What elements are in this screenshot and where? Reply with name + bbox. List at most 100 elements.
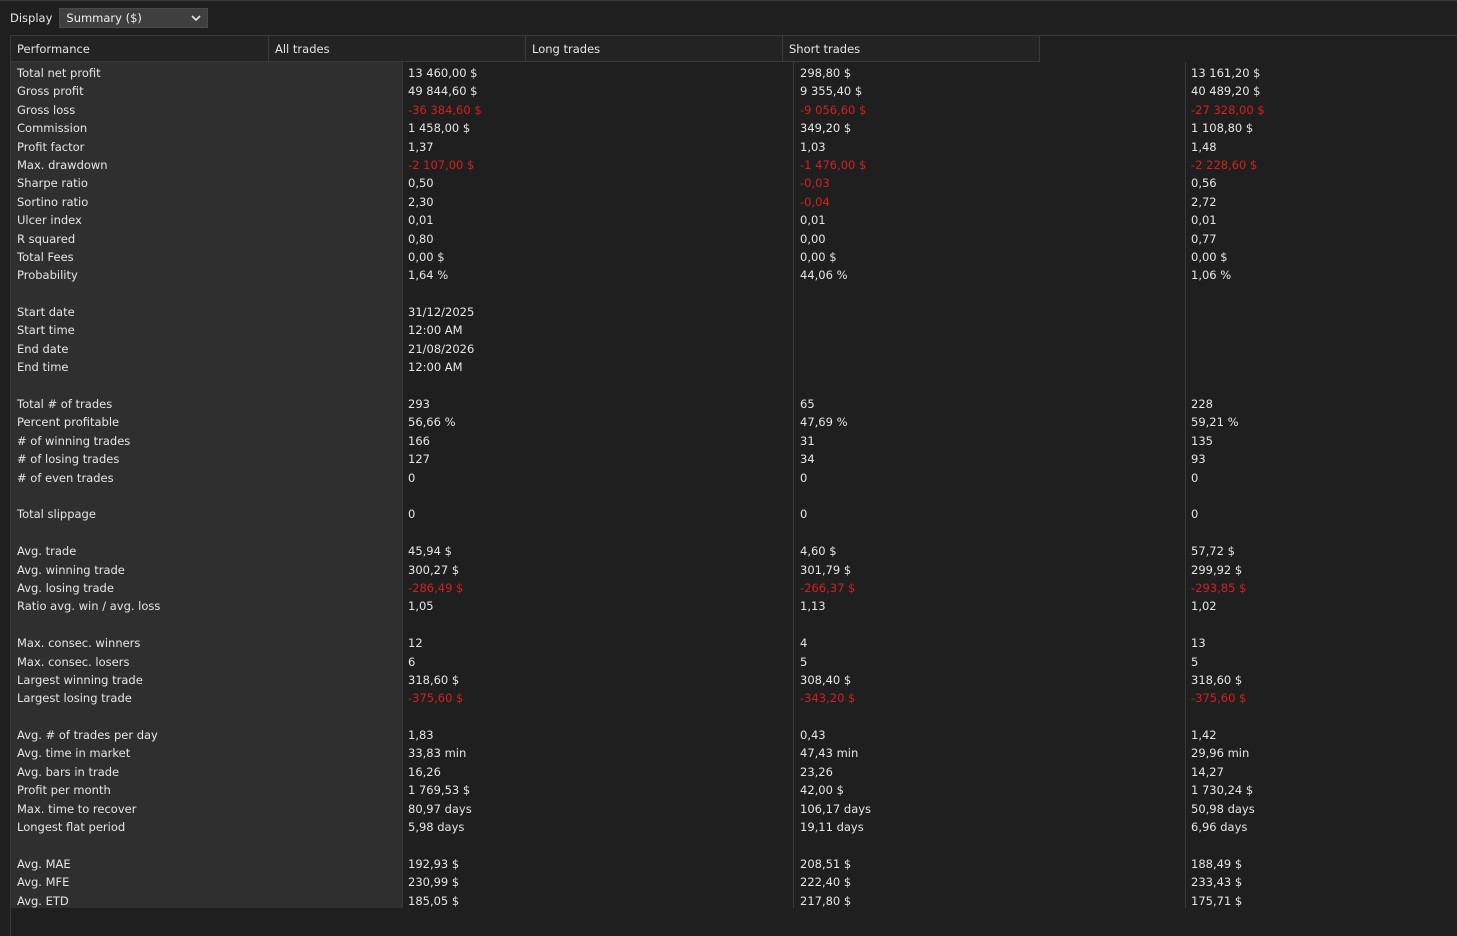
cell-long-trades: 0,00 $ <box>800 249 837 264</box>
cell-all-trades: 12 <box>408 636 423 651</box>
cell-short-trades: 0,00 $ <box>1191 249 1228 264</box>
cell-short-trades: -27 328,00 $ <box>1191 102 1265 117</box>
table-row: Avg. time in market 33,83 min 47,43 min 29,… <box>11 744 1457 762</box>
table-row: R squared 0,80 0,00 0,77 <box>11 230 1457 248</box>
cell-short-trades: 13 <box>1191 636 1206 651</box>
cell-all-trades: 45,94 $ <box>408 544 452 559</box>
cell-all-trades: 127 <box>408 452 430 467</box>
row-label: Largest losing trade <box>17 691 132 706</box>
cell-long-trades: 0,43 <box>800 728 826 743</box>
cell-long-trades: 349,20 $ <box>800 121 852 136</box>
row-label: Avg. losing trade <box>17 580 114 595</box>
cell-short-trades: 175,71 $ <box>1191 893 1243 908</box>
table-row: # of even trades 0 0 0 <box>11 469 1457 487</box>
cell-short-trades: 0 <box>1191 507 1199 522</box>
cell-long-trades: 298,80 $ <box>800 66 852 80</box>
table-row: Avg. bars in trade 16,26 23,26 14,27 <box>11 763 1457 781</box>
table-row: Avg. # of trades per day 1,83 0,43 1,42 <box>11 726 1457 744</box>
table-row: End date 21/08/2026 <box>11 340 1457 358</box>
cell-short-trades: -293,85 $ <box>1191 580 1247 595</box>
cell-long-trades: 106,17 days <box>800 801 872 816</box>
toolbar: Display Summary ($) <box>0 7 209 29</box>
row-label: # of even trades <box>17 470 114 485</box>
cell-all-trades: 0,80 <box>408 231 434 246</box>
spacer-row <box>11 524 1457 542</box>
table-row: Commission 1 458,00 $ 349,20 $ 1 108,80 $ <box>11 119 1457 137</box>
cell-short-trades: 1,48 <box>1191 139 1217 154</box>
cell-all-trades: 49 844,60 $ <box>408 84 478 99</box>
cell-all-trades: 1,37 <box>408 139 434 154</box>
header-long-trades[interactable]: Long trades <box>526 36 783 62</box>
row-label: # of losing trades <box>17 452 120 467</box>
row-label: Avg. bars in trade <box>17 764 120 779</box>
row-label: Commission <box>17 121 88 136</box>
cell-all-trades: 318,60 $ <box>408 672 460 687</box>
cell-all-trades: 1 769,53 $ <box>408 783 471 798</box>
cell-long-trades: 301,79 $ <box>800 562 852 577</box>
cell-all-trades: 31/12/2025 <box>408 305 475 320</box>
table-row: Max. consec. winners 12 4 13 <box>11 634 1457 652</box>
cell-short-trades: 1,06 % <box>1191 268 1232 283</box>
cell-long-trades: 208,51 $ <box>800 856 852 871</box>
header-all-trades[interactable]: All trades <box>269 36 526 62</box>
table-row: Max. drawdown -2 107,00 $ -1 476,00 $ -2 22… <box>11 156 1457 174</box>
cell-short-trades: 299,92 $ <box>1191 562 1243 577</box>
cell-all-trades: 16,26 <box>408 764 441 779</box>
row-label: Max. consec. winners <box>17 636 141 651</box>
row-label: Avg. winning trade <box>17 562 125 577</box>
cell-all-trades: 300,27 $ <box>408 562 460 577</box>
header-performance[interactable]: Performance <box>11 36 269 62</box>
cell-short-trades: 59,21 % <box>1191 415 1239 430</box>
cell-short-trades: 5 <box>1191 654 1199 669</box>
cell-short-trades: 0,56 <box>1191 176 1217 191</box>
table-row: Start time 12:00 AM <box>11 321 1457 339</box>
row-label: Percent profitable <box>17 415 120 430</box>
cell-all-trades: 2,30 <box>408 194 434 209</box>
cell-long-trades: 19,11 days <box>800 820 864 835</box>
row-label: Largest winning trade <box>17 672 143 687</box>
cell-long-trades: 34 <box>800 452 815 467</box>
cell-long-trades: 1,13 <box>800 599 826 614</box>
cell-long-trades: -343,20 $ <box>800 691 856 706</box>
grid-header: Performance All trades Long trades Short… <box>11 36 1040 62</box>
cell-long-trades: 47,43 min <box>800 746 859 761</box>
cell-all-trades: 0 <box>408 507 416 522</box>
table-row: Avg. MAE 192,93 $ 208,51 $ 188,49 $ <box>11 855 1457 873</box>
cell-short-trades: 2,72 <box>1191 194 1217 209</box>
cell-long-trades: -1 476,00 $ <box>800 157 867 172</box>
row-label: Total # of trades <box>17 397 113 412</box>
table-row: Probability 1,64 % 44,06 % 1,06 % <box>11 266 1457 284</box>
cell-short-trades: 1 108,80 $ <box>1191 121 1254 136</box>
display-dropdown[interactable]: Summary ($) <box>59 8 209 28</box>
row-label: Profit factor <box>17 139 85 154</box>
row-label: Ulcer index <box>17 213 82 228</box>
table-row: # of losing trades 127 34 93 <box>11 450 1457 468</box>
row-label: Gross profit <box>17 84 84 99</box>
table-row: Gross loss -36 384,60 $ -9 056,60 $ -27 328… <box>11 101 1457 119</box>
row-label: R squared <box>17 231 76 246</box>
cell-long-trades: 5 <box>800 654 808 669</box>
cell-all-trades: 185,05 $ <box>408 893 460 908</box>
cell-long-trades: 31 <box>800 433 815 448</box>
cell-long-trades: -266,37 $ <box>800 580 856 595</box>
cell-all-trades: 13 460,00 $ <box>408 66 478 80</box>
cell-all-trades: 293 <box>408 397 430 412</box>
table-row: Profit factor 1,37 1,03 1,48 <box>11 138 1457 156</box>
table-row: Ratio avg. win / avg. loss 1,05 1,13 1,02 <box>11 597 1457 615</box>
cell-long-trades: 217,80 $ <box>800 893 852 908</box>
cell-short-trades: 0,77 <box>1191 231 1217 246</box>
cell-long-trades: 308,40 $ <box>800 672 852 687</box>
table-row: Sortino ratio 2,30 -0,04 2,72 <box>11 193 1457 211</box>
cell-long-trades: 65 <box>800 397 815 412</box>
cell-all-trades: -2 107,00 $ <box>408 157 475 172</box>
row-label: Max. drawdown <box>17 157 108 172</box>
table-row: Total Fees 0,00 $ 0,00 $ 0,00 $ <box>11 248 1457 266</box>
row-label: Max. consec. losers <box>17 654 130 669</box>
header-short-trades[interactable]: Short trades <box>783 36 1040 62</box>
cell-all-trades: 166 <box>408 433 430 448</box>
performance-grid: Performance All trades Long trades Short… <box>10 35 1457 936</box>
display-label: Display <box>10 11 53 25</box>
table-row: Ulcer index 0,01 0,01 0,01 <box>11 211 1457 229</box>
grid-body: Total net profit 13 460,00 $298,80 $13 16… <box>11 64 1457 910</box>
cell-all-trades: 0 <box>408 470 416 485</box>
